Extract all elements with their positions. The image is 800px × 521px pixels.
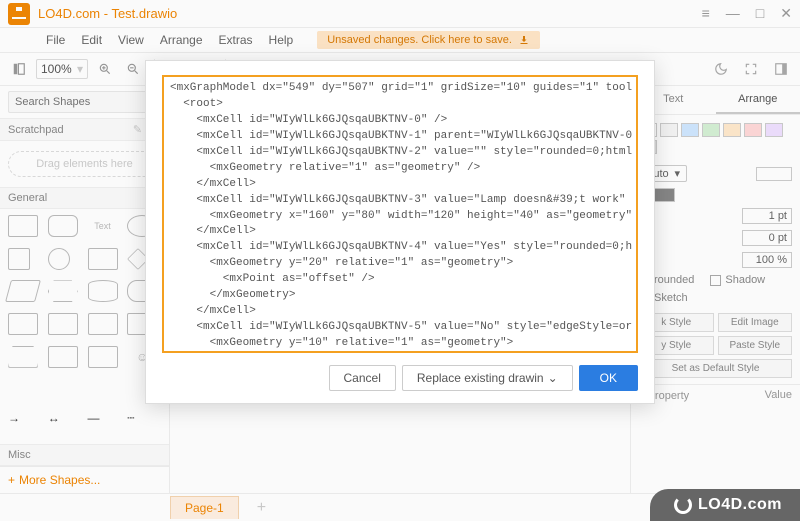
- watermark-label: LO4D.com: [698, 496, 782, 514]
- replace-label: Replace existing drawin: [417, 371, 544, 385]
- modal-overlay: <mxGraphModel dx="549" dy="507" grid="1"…: [0, 0, 800, 521]
- watermark: LO4D.com: [650, 489, 800, 521]
- xml-textarea[interactable]: <mxGraphModel dx="549" dy="507" grid="1"…: [162, 75, 638, 353]
- xml-dialog: <mxGraphModel dx="549" dy="507" grid="1"…: [145, 60, 655, 404]
- replace-dropdown[interactable]: Replace existing drawin ⌄: [402, 365, 573, 391]
- chevron-down-icon: ⌄: [548, 371, 558, 385]
- spinner-icon: [674, 496, 692, 514]
- ok-button[interactable]: OK: [579, 365, 638, 391]
- cancel-button[interactable]: Cancel: [329, 365, 396, 391]
